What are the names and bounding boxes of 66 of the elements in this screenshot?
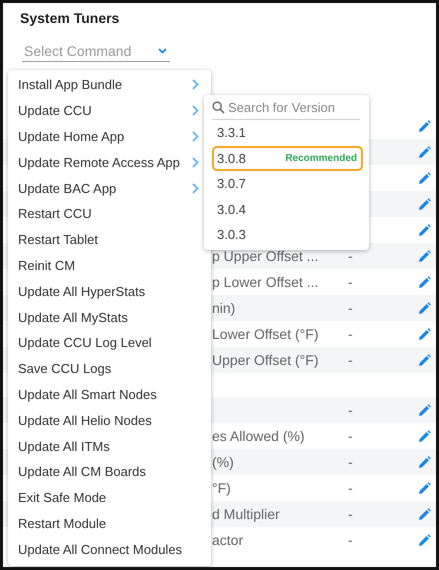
tuner-value: - [348,326,354,342]
version-option[interactable]: 3.0.8 Recommended [212,146,363,171]
page-title: System Tuners [20,10,120,26]
tuner-value: - [348,506,354,522]
chevron-right-icon [192,182,199,194]
menu-item[interactable]: Update All Helio Nodes [8,407,211,434]
menu-item[interactable]: Restart Module [8,510,211,536]
pencil-icon[interactable] [418,456,431,468]
tuner-name: es Allowed (%) [212,428,306,444]
tuner-name: d Multiplier [212,506,281,522]
menu-item[interactable]: Update CCU Log Level [8,330,211,356]
pencil-icon[interactable] [418,172,431,184]
pencil-icon[interactable] [418,198,431,210]
tuner-name: actor [212,532,244,548]
version-option[interactable]: 3.0.7 [212,171,363,196]
tuner-name: nin) [212,300,236,316]
version-option[interactable]: 3.0.4 [212,196,363,222]
menu-item[interactable]: Update All MyStats [8,304,211,330]
tuner-name: Lower Offset (°F) [212,326,320,342]
recommended-label: Recommended [285,152,357,164]
tuner-value: - [348,480,354,496]
version-option[interactable]: 3.0.3 [212,222,363,248]
tuner-value: - [348,454,354,470]
tuner-value: - [348,248,354,264]
pencil-icon[interactable] [418,302,431,314]
menu-item[interactable]: Save CCU Logs [8,356,211,382]
chevron-right-icon [192,79,199,90]
menu-item[interactable]: Update All CM Boards [8,458,211,485]
pencil-icon[interactable] [418,328,431,340]
tuner-name: p Upper Offset ... [212,248,320,264]
menu-item[interactable]: Reinit CM [8,252,211,278]
menu-item[interactable]: Update CCU [8,98,211,124]
tuner-value: - [348,300,354,316]
pencil-icon[interactable] [418,534,431,546]
menu-item[interactable]: Install App Bundle [8,72,211,98]
tuner-value: - [348,428,354,444]
tuner-value: - [348,532,354,548]
pencil-icon[interactable] [418,430,431,442]
tuner-value: - [348,274,354,290]
version-option[interactable]: 3.3.1 [212,120,363,146]
tuner-name: Upper Offset (°F) [212,352,320,368]
chevron-down-icon [158,48,167,54]
menu-item[interactable]: Update All Connect Modules [8,536,211,562]
version-search-field[interactable]: Search for Version [228,100,353,115]
tuner-name: °F) [212,480,232,496]
pencil-icon[interactable] [418,276,431,288]
tuner-name: (%) [212,454,235,470]
pencil-icon[interactable] [418,146,431,158]
search-icon [212,101,225,114]
menu-item[interactable]: Update All HyperStats [8,278,211,304]
tuner-name: p Lower Offset ... [212,274,320,290]
pencil-icon[interactable] [418,404,431,416]
tuner-value: - [348,402,354,418]
pencil-icon[interactable] [418,508,431,520]
tuner-value: - [348,352,354,368]
pencil-icon[interactable] [418,250,431,262]
pencil-icon[interactable] [418,482,431,494]
menu-item[interactable]: Update All ITMs [8,433,211,459]
chevron-right-icon [192,130,199,142]
menu-item[interactable]: Exit Safe Mode [8,484,211,511]
chevron-right-icon [192,105,199,116]
pencil-icon[interactable] [418,120,431,132]
pencil-icon[interactable] [418,354,431,366]
pencil-icon[interactable] [418,224,431,236]
chevron-right-icon [192,156,199,168]
menu-item[interactable]: Update All Smart Nodes [8,382,211,408]
